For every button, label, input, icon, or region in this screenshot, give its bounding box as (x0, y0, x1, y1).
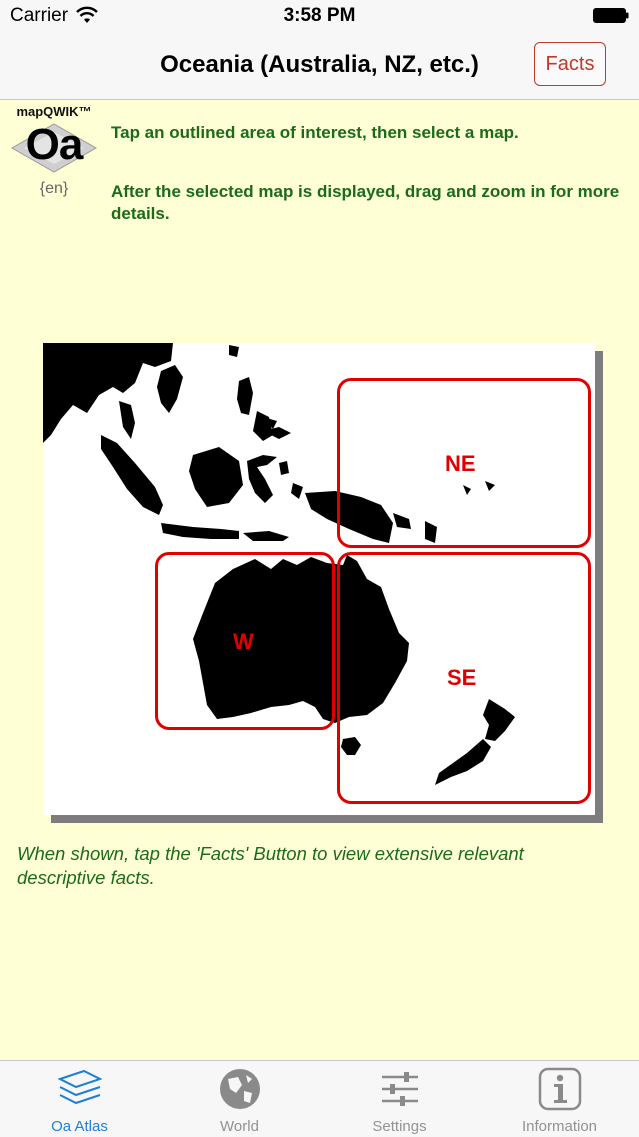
tab-label: Settings (372, 1118, 427, 1135)
app-logo: mapQWIK™ Oa {en} (4, 104, 104, 200)
region-map: NE W SE (43, 343, 605, 826)
region-se-label: SE (447, 665, 477, 690)
region-ne-label: NE (445, 451, 476, 476)
globe-icon (220, 1069, 260, 1109)
facts-button[interactable]: Facts (534, 42, 606, 86)
logo-code: Oa (25, 120, 84, 169)
battery-icon (593, 8, 629, 23)
layers-icon (57, 1069, 103, 1105)
instruction-select: Tap an outlined area of interest, then s… (111, 123, 519, 142)
tab-oa-atlas[interactable]: Oa Atlas (0, 1061, 159, 1137)
navigation-bar: Carrier 3:58 PM Oceania (Australia, NZ, … (0, 0, 639, 100)
logo-brand: mapQWIK™ (16, 104, 92, 119)
region-w-label: W (233, 629, 254, 654)
instruction-zoom: After the selected map is displayed, dra… (111, 182, 620, 223)
sliders-icon (382, 1072, 418, 1106)
tab-label: Oa Atlas (51, 1118, 108, 1135)
tab-label: World (220, 1118, 259, 1135)
facts-hint: When shown, tap the 'Facts' Button to vi… (17, 843, 524, 888)
info-icon (538, 1067, 582, 1111)
logo-language: {en} (39, 180, 69, 197)
tab-settings[interactable]: Settings (320, 1061, 479, 1137)
map-canvas: NE W SE (43, 343, 595, 815)
status-bar: Carrier 3:58 PM (0, 0, 639, 32)
status-time: 3:58 PM (283, 5, 356, 26)
tab-bar: Oa Atlas World Settings Information (0, 1060, 639, 1137)
tab-information[interactable]: Information (480, 1061, 639, 1137)
tab-world[interactable]: World (160, 1061, 319, 1137)
tab-label: Information (521, 1118, 598, 1135)
